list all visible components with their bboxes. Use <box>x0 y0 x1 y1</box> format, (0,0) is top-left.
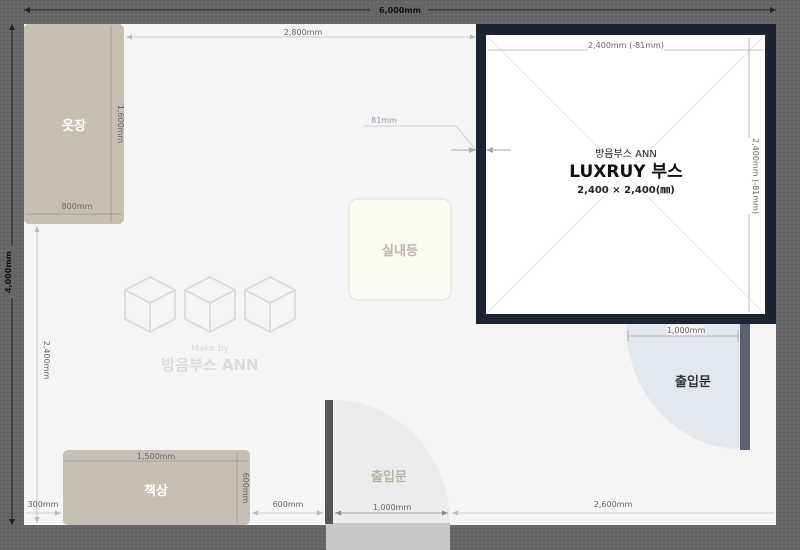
right-door-width-label: 1,000mm <box>667 326 706 335</box>
wardrobe-height-label: 1,600mm <box>116 105 125 144</box>
desk-left-gap-label: 300mm <box>28 500 59 509</box>
desk-width-label: 1,500mm <box>137 452 176 461</box>
left-lower-label: 2,400mm <box>42 341 51 380</box>
booth-size: 2,400 × 2,400(㎜) <box>577 185 675 196</box>
ceiling-light-label: 실내등 <box>382 243 418 259</box>
right-bottom-label: 2,600mm <box>594 500 633 509</box>
booth-model: LUXRUY 부스 <box>569 162 683 182</box>
floor-plan: 6,000mm 4,000mm Make by 방음부스 ANN 옷장 1,60… <box>0 0 800 550</box>
total-height-label: 4,000mm <box>4 251 13 293</box>
wardrobe-booth-label: 2,800mm <box>284 28 323 37</box>
bottom-door-panel <box>325 400 333 524</box>
booth-brand: 방음부스 ANN <box>595 148 657 160</box>
bottom-door-width-label: 1,000mm <box>373 503 412 512</box>
booth-width-label: 2,400mm (-81mm) <box>588 41 664 50</box>
desk-door-gap-label: 600mm <box>273 500 304 509</box>
bottom-door-opening <box>326 523 450 550</box>
wardrobe-width-label: 800mm <box>62 202 93 211</box>
booth-gap-label: 81mm <box>371 116 397 125</box>
desk-label: 책상 <box>144 484 168 499</box>
desk-depth-label: 600mm <box>241 473 250 504</box>
wardrobe-label: 옷장 <box>62 118 86 134</box>
right-door-label: 출입문 <box>675 374 711 390</box>
right-door-panel <box>740 324 750 450</box>
watermark-line2: 방음부스 ANN <box>161 356 258 374</box>
booth-height-label: 2,400mm (-81mm) <box>751 138 760 214</box>
bottom-door-label: 출입문 <box>371 469 407 485</box>
total-width-label: 6,000mm <box>379 6 421 15</box>
watermark-line1: Make by <box>191 344 229 354</box>
